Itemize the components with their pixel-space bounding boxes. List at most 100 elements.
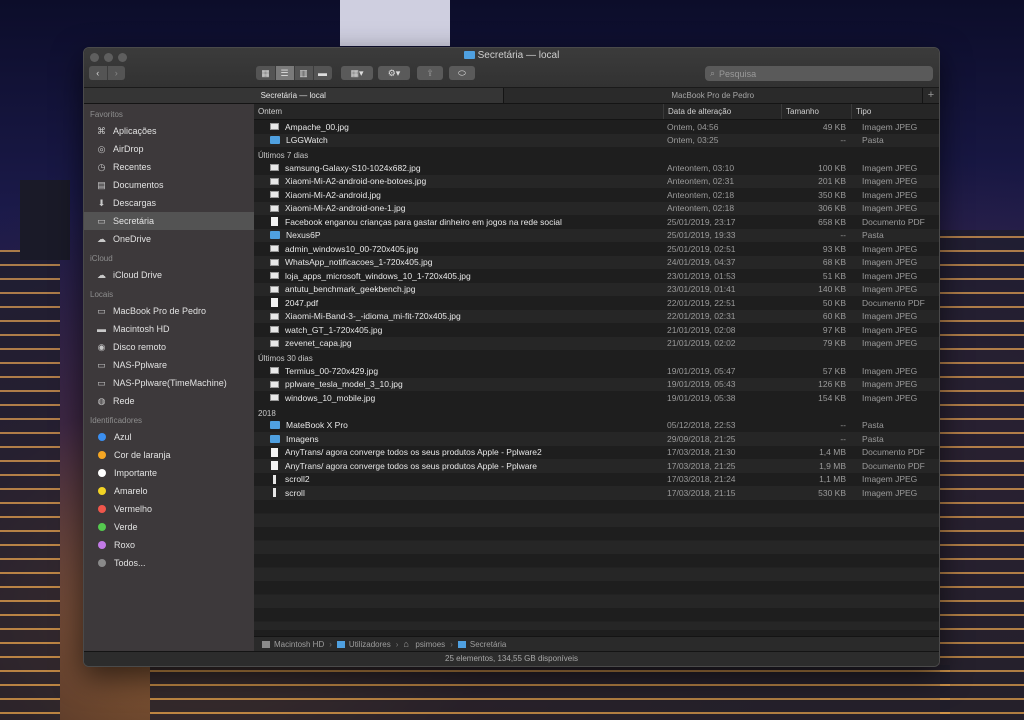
group-header: Últimos 7 dias [258,151,309,160]
table-row[interactable]: 2047.pdf 22/01/2019, 22:51 50 KB Documento … [254,296,939,310]
sidebar-item-nas-pplware-timemachine-[interactable]: ▭ NAS-Pplware(TimeMachine) [84,374,254,392]
tag-color-dot [98,523,106,531]
table-row[interactable]: Termius_00-720x429.jpg 19/01/2019, 05:47 5… [254,364,939,378]
sidebar-item-cor-de-laranja[interactable]: Cor de laranja [84,446,254,464]
sidebar-item-airdrop[interactable]: ◎ AirDrop [84,140,254,158]
path-label: psimoes [415,640,446,649]
sidebar-item-icloud-drive[interactable]: ☁ iCloud Drive [84,266,254,284]
folder-icon [336,641,345,648]
sidebar-item-disco-remoto[interactable]: ◉ Disco remoto [84,338,254,356]
sidebar-item-documentos[interactable]: ▤ Documentos [84,176,254,194]
file-kind: Documento PDF [862,460,925,471]
table-row[interactable]: watch_GT_1-720x405.jpg 21/01/2019, 02:08 9… [254,323,939,337]
table-row[interactable]: Xiaomi-Mi-A2-android.jpg Anteontem, 02:18… [254,188,939,202]
sidebar-item-nas-pplware[interactable]: ▭ NAS-Pplware [84,356,254,374]
back-button[interactable]: ‹ [89,66,108,80]
network-drive-icon: ▭ [97,359,106,370]
table-row[interactable]: MateBook X Pro 05/12/2018, 22:53 -- Pasta [254,419,939,433]
column-date[interactable]: Data de alteração [664,104,782,119]
disc-icon: ◉ [97,341,106,352]
table-row[interactable]: zevenet_capa.jpg 21/01/2019, 02:02 79 KB Im… [254,336,939,350]
table-row[interactable]: samsung-Galaxy-S10-1024x682.jpg Anteontem… [254,161,939,175]
sidebar-section-title: Identificadores [90,416,143,425]
tab-macbook[interactable]: MacBook Pro de Pedro [504,88,923,103]
tab-desktop[interactable]: Secretária — local [84,88,504,103]
table-row[interactable]: windows_10_mobile.jpg 19/01/2019, 05:38 15… [254,391,939,405]
file-date: Ontem, 03:25 [667,135,719,146]
sidebar-item-rede[interactable]: ◍ Rede [84,392,254,410]
file-name: antutu_benchmark_geekbench.jpg [285,284,416,295]
table-row[interactable]: pplware_tesla_model_3_10.jpg 19/01/2019, … [254,377,939,391]
table-row[interactable]: loja_apps_microsoft_windows_10_1-720x405… [254,269,939,283]
sidebar-item-amarelo[interactable]: Amarelo [84,482,254,500]
table-row[interactable]: AnyTrans/ agora converge todos os seus p… [254,446,939,460]
path-item[interactable]: Utilizadores [336,640,391,649]
search-field[interactable]: ⌕ Pesquisa [705,66,933,81]
share-button[interactable]: ⇪ [417,66,443,80]
path-item[interactable]: Macintosh HD [262,640,324,649]
sidebar-item-onedrive[interactable]: ☁ OneDrive [84,230,254,248]
table-row[interactable]: admin_windows10_00-720x405.jpg 25/01/2019… [254,242,939,256]
file-kind: Imagem JPEG [862,324,918,335]
sidebar-item-label: AirDrop [113,144,144,154]
table-row[interactable]: Facebook enganou crianças para gastar di… [254,215,939,229]
file-date: 21/01/2019, 02:08 [667,324,736,335]
file-name: watch_GT_1-720x405.jpg [285,324,383,335]
sidebar-item-todos-[interactable]: Todos... [84,554,254,572]
table-row[interactable]: Nexus6P 25/01/2019, 19:33 -- Pasta [254,228,939,242]
sidebar-item-importante[interactable]: Importante [84,464,254,482]
path-item[interactable]: Secretária [457,640,506,649]
action-button[interactable]: ⚙▾ [378,66,410,80]
image-file-icon [270,394,279,402]
group-button[interactable]: ▦▾ [341,66,373,80]
file-size: -- [840,135,846,146]
file-name-cell: windows_10_mobile.jpg [254,393,664,403]
column-view-button[interactable]: ▥ [295,66,314,80]
table-row[interactable]: Xiaomi-Mi-Band-3-_-idioma_mi-fit-720x405… [254,309,939,323]
forward-button[interactable]: › [108,66,126,80]
sidebar-item-roxo[interactable]: Roxo [84,536,254,554]
tags-button[interactable]: ⬭ [449,66,475,80]
path-item[interactable]: ⌂ psimoes [403,640,446,650]
sidebar-item-descargas[interactable]: ⬇ Descargas [84,194,254,212]
column-name[interactable]: Ontem [254,104,664,119]
table-row[interactable]: Ampache_00.jpg Ontem, 04:56 49 KB Imagem JP… [254,120,939,134]
table-row[interactable]: Xiaomi-Mi-A2-android-one-botoes.jpg Anteo… [254,174,939,188]
sidebar-item-recentes[interactable]: ◷ Recentes [84,158,254,176]
column-kind[interactable]: Tipo [852,104,939,119]
gallery-view-button[interactable]: ▬ [314,66,332,80]
table-row[interactable]: Imagens 29/09/2018, 21:25 -- Pasta [254,432,939,446]
file-name-cell: MateBook X Pro [254,420,664,430]
file-size: 154 KB [818,392,846,403]
sidebar-item-vermelho[interactable]: Vermelho [84,500,254,518]
file-kind: Imagem JPEG [862,176,918,187]
table-row[interactable]: scroll2 17/03/2018, 21:24 1,1 MB Imagem JPE… [254,473,939,487]
sidebar-item-verde[interactable]: Verde [84,518,254,536]
image-file-icon [270,245,279,253]
sidebar-item-label: MacBook Pro de Pedro [113,306,207,316]
search-placeholder: Pesquisa [719,68,757,79]
table-row[interactable]: scroll 17/03/2018, 21:15 530 KB Imagem JPEG [254,486,939,500]
documents-icon: ▤ [97,179,106,190]
file-date: 25/01/2019, 02:51 [667,243,736,254]
icon-view-button[interactable]: ▦ [257,66,276,80]
list-view-button[interactable]: ☰ [275,66,295,80]
table-row[interactable]: WhatsApp_notificacoes_1-720x405.jpg 24/01… [254,255,939,269]
sidebar-item-macintosh-hd[interactable]: ▬ Macintosh HD [84,320,254,338]
column-header: Ontem Data de alteração Tamanho Tipo [254,104,939,120]
table-row[interactable]: antutu_benchmark_geekbench.jpg 23/01/2019… [254,282,939,296]
applications-icon: ⌘ [97,125,106,136]
sidebar-item-azul[interactable]: Azul [84,428,254,446]
sidebar-item-aplica-es[interactable]: ⌘ Aplicações [84,122,254,140]
downloads-icon: ⬇ [97,197,106,208]
sidebar-item-macbook-pro-de-pedro[interactable]: ▭ MacBook Pro de Pedro [84,302,254,320]
sidebar-item-secret-ria[interactable]: ▭ Secretária [84,212,254,230]
table-row[interactable]: Xiaomi-Mi-A2-android-one-1.jpg Anteontem,… [254,201,939,215]
file-date: 05/12/2018, 22:53 [667,420,736,431]
tag-color-dot [98,469,106,477]
new-tab-button[interactable]: + [922,88,939,103]
column-size[interactable]: Tamanho [782,104,852,119]
table-row[interactable]: AnyTrans/ agora converge todos os seus p… [254,459,939,473]
status-bar: 25 elementos, 134,55 GB disponíveis [84,651,939,666]
table-row[interactable]: LGGWatch Ontem, 03:25 -- Pasta [254,133,939,147]
